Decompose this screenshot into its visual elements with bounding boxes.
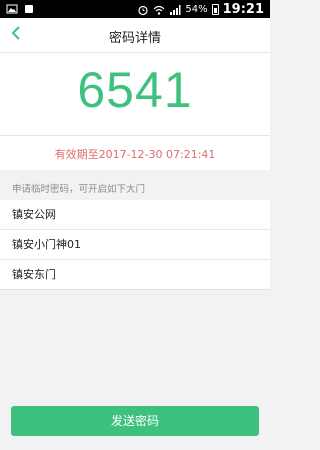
doors-hint: 申请临时密码，可开启如下大门 [12,184,146,195]
signal-icon [169,4,181,16]
validity-text: 有效期至2017-12-30 07:21:41 [54,148,216,161]
app-screen: 54% 19:21 密码详情 6541 有效期至2017-12-30 07:21… [0,0,270,450]
battery-percent: 54% [185,4,208,15]
door-list: 镇安公网 镇安小门神01 镇安东门 [0,200,270,290]
send-password-button[interactable]: 发送密码 [11,406,259,436]
status-left-icons [6,3,35,15]
battery-icon [211,4,219,15]
door-item[interactable]: 镇安东门 [0,260,270,290]
page-header: 密码详情 [0,18,270,53]
validity-panel: 有效期至2017-12-30 07:21:41 [0,136,270,170]
password-code: 6541 [77,62,193,118]
door-item[interactable]: 镇安小门神01 [0,230,270,260]
status-bar: 54% 19:21 [0,0,270,18]
notification-square-icon [23,3,35,15]
door-item[interactable]: 镇安公网 [0,200,270,230]
page-title: 密码详情 [108,31,161,46]
wifi-icon [153,4,165,16]
notification-image-icon [6,3,18,15]
status-time: 19:21 [222,2,264,17]
status-right-icons: 54% 19:21 [137,2,264,17]
alarm-icon [137,4,149,16]
password-code-panel: 6541 [0,53,270,136]
